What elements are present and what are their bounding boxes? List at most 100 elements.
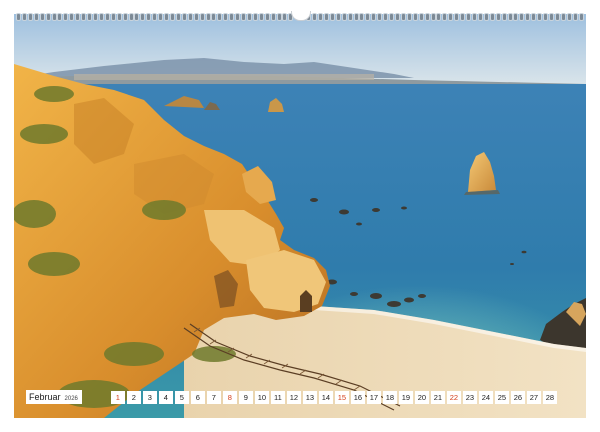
binding-hole bbox=[383, 13, 389, 21]
binding-hole bbox=[258, 13, 264, 21]
binding-hole bbox=[229, 13, 235, 21]
binding-hole bbox=[27, 13, 33, 21]
binding-hole bbox=[146, 13, 152, 21]
day-cell: 11 bbox=[270, 390, 285, 404]
binding-hole bbox=[241, 13, 247, 21]
day-cell: 25 bbox=[494, 390, 509, 404]
binding-hole bbox=[554, 13, 560, 21]
binding-hole bbox=[193, 13, 199, 21]
binding-hole bbox=[395, 13, 400, 21]
binding-hole bbox=[246, 13, 252, 21]
binding-hole bbox=[134, 13, 140, 21]
binding-hole bbox=[98, 13, 104, 21]
binding-hole bbox=[187, 13, 193, 21]
day-cell: 23 bbox=[462, 390, 477, 404]
binding-hole bbox=[122, 13, 128, 21]
binding-hole bbox=[217, 13, 223, 21]
year-label: 2026 bbox=[64, 396, 78, 402]
binding-hole bbox=[312, 13, 318, 21]
binding-hole bbox=[51, 13, 57, 21]
day-cell: 16 bbox=[350, 390, 365, 404]
day-cell: 17 bbox=[366, 390, 381, 404]
binding-hole bbox=[430, 13, 436, 21]
day-cell: 13 bbox=[302, 390, 317, 404]
day-cell: 26 bbox=[510, 390, 525, 404]
day-cell: 7 bbox=[206, 390, 221, 404]
binding-hole bbox=[489, 13, 495, 21]
binding-hole bbox=[92, 13, 98, 21]
binding-hole bbox=[63, 13, 69, 21]
binding-hole bbox=[45, 13, 51, 21]
binding-hole bbox=[507, 13, 513, 21]
binding-hole bbox=[501, 13, 507, 21]
day-cell: 14 bbox=[318, 390, 333, 404]
day-cell: 12 bbox=[286, 390, 301, 404]
binding-hole bbox=[87, 13, 93, 21]
day-cell: 22 bbox=[446, 390, 461, 404]
binding-hole bbox=[572, 13, 578, 21]
day-cell: 9 bbox=[238, 390, 253, 404]
binding-hole bbox=[454, 13, 460, 21]
day-cells: 1 2 3 4 5 6 7 8 9 10 11 12 13 14 15 16 17 18 19 20 21 22 23 24 2… bbox=[110, 390, 557, 404]
binding-hole bbox=[21, 13, 27, 21]
binding-hole bbox=[16, 13, 21, 21]
binding-hole bbox=[223, 13, 229, 21]
binding-hole bbox=[211, 13, 217, 21]
binding-hole bbox=[264, 13, 270, 21]
day-cell: 28 bbox=[542, 390, 557, 404]
binding-hole bbox=[181, 13, 187, 21]
calendar-strip: Februar 2026 1 2 3 4 5 6 7 8 9 10 11 12 13 14 15 16 17 18… bbox=[26, 390, 557, 404]
binding-hole bbox=[33, 13, 39, 21]
binding-hole bbox=[81, 13, 87, 21]
binding-hole bbox=[448, 13, 454, 21]
calendar-photo bbox=[14, 14, 586, 418]
binding-hole bbox=[252, 13, 258, 21]
binding-hole bbox=[466, 13, 472, 21]
binding-hole bbox=[116, 13, 122, 21]
binding-hole bbox=[347, 13, 353, 21]
binding-hole bbox=[406, 13, 412, 21]
binding-hole bbox=[477, 13, 483, 21]
day-cell: 19 bbox=[398, 390, 413, 404]
binding-hole bbox=[365, 13, 371, 21]
binding-hole bbox=[152, 13, 158, 21]
binding-hole bbox=[110, 13, 116, 21]
binding-hole bbox=[205, 13, 211, 21]
binding-hole bbox=[169, 13, 175, 21]
binding-hole bbox=[578, 13, 584, 21]
binding-hole bbox=[389, 13, 395, 21]
binding-hole bbox=[531, 13, 537, 21]
binding-hole bbox=[424, 13, 430, 21]
day-cell: 4 bbox=[158, 390, 173, 404]
binding-hole bbox=[471, 13, 477, 21]
binding-hole bbox=[235, 13, 241, 21]
binding-hole bbox=[548, 13, 554, 21]
binding-hole bbox=[175, 13, 181, 21]
binding-hole bbox=[519, 13, 525, 21]
binding-hole bbox=[270, 13, 276, 21]
calendar-page: Februar 2026 1 2 3 4 5 6 7 8 9 10 11 12 13 14 15 16 17 18… bbox=[0, 0, 600, 432]
binding-hole bbox=[329, 13, 335, 21]
binding-hole bbox=[199, 13, 205, 21]
binding-hole bbox=[39, 13, 45, 21]
binding-hole bbox=[164, 13, 170, 21]
binding-hole bbox=[560, 13, 566, 21]
binding-hole bbox=[341, 13, 347, 21]
binding-hole bbox=[412, 13, 418, 21]
binding-hole bbox=[513, 13, 519, 21]
binding-hole bbox=[418, 13, 424, 21]
binding-hole bbox=[359, 13, 365, 21]
binding-hole bbox=[282, 13, 288, 21]
binding-hole bbox=[543, 13, 549, 21]
day-cell: 24 bbox=[478, 390, 493, 404]
day-cell: 18 bbox=[382, 390, 397, 404]
binding-hole bbox=[128, 13, 134, 21]
day-cell: 27 bbox=[526, 390, 541, 404]
day-cell: 3 bbox=[142, 390, 157, 404]
binding-hole bbox=[460, 13, 466, 21]
binding-hole bbox=[537, 13, 543, 21]
binding-hole bbox=[75, 13, 81, 21]
binding-hole bbox=[57, 13, 63, 21]
binding-hole bbox=[436, 13, 442, 21]
day-cell: 2 bbox=[126, 390, 141, 404]
